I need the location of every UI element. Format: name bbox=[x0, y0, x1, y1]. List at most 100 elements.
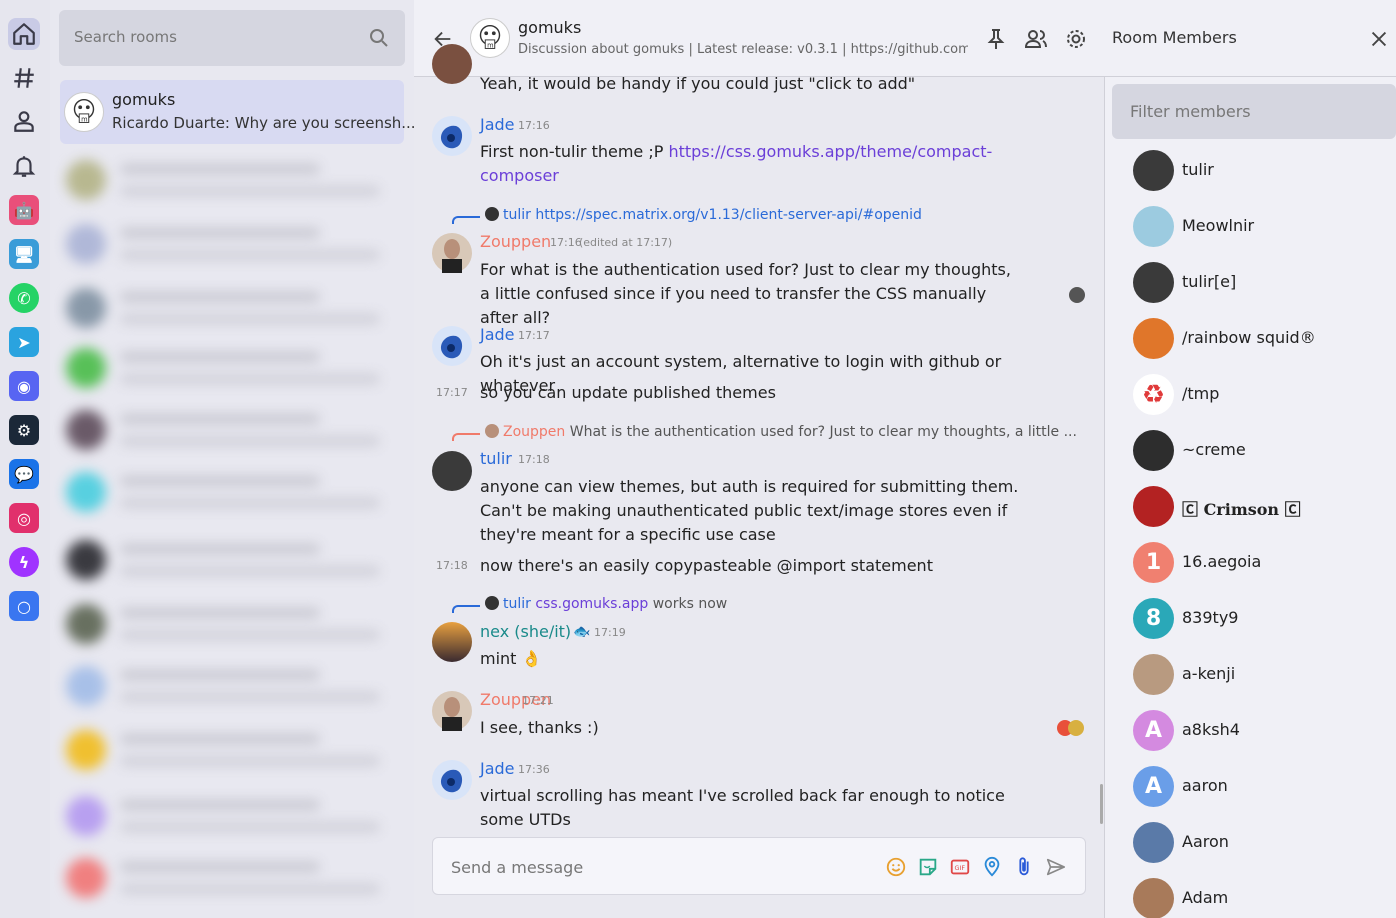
header-room-name: gomuks bbox=[518, 18, 582, 37]
member-filter-placeholder: Filter members bbox=[1130, 102, 1251, 121]
room-item-blurred[interactable] bbox=[60, 214, 404, 276]
sticker-icon[interactable] bbox=[917, 856, 939, 878]
message-sender[interactable]: Jade bbox=[480, 115, 515, 134]
instagram-space-button[interactable]: ◎ bbox=[8, 502, 40, 534]
close-icon[interactable] bbox=[1368, 28, 1390, 50]
avatar bbox=[1133, 150, 1174, 191]
member-item[interactable]: 1 16.aegoia bbox=[1133, 542, 1393, 586]
avatar[interactable] bbox=[432, 44, 472, 84]
member-item[interactable]: /rainbow squid® bbox=[1133, 318, 1393, 362]
messenger-space-button[interactable]: ϟ bbox=[8, 546, 40, 578]
reply-preview[interactable]: Zouppen What is the authentication used … bbox=[485, 424, 1077, 440]
message-timestamp: 17:36 bbox=[518, 763, 550, 776]
member-item[interactable]: ~creme bbox=[1133, 430, 1393, 474]
avatar[interactable] bbox=[432, 233, 472, 273]
avatar bbox=[1133, 262, 1174, 303]
member-item[interactable]: Aaron bbox=[1133, 822, 1393, 866]
settings-gear-icon[interactable] bbox=[1064, 27, 1088, 51]
avatar[interactable] bbox=[432, 451, 472, 491]
google-messages-space-button[interactable]: 💬 bbox=[8, 458, 40, 490]
member-item[interactable]: Meowlnir bbox=[1133, 206, 1393, 250]
message-sender[interactable]: Jade bbox=[480, 759, 515, 778]
location-pin-icon[interactable] bbox=[981, 856, 1003, 878]
gif-icon[interactable]: GIF bbox=[949, 856, 971, 878]
message-sender[interactable]: Jade bbox=[480, 325, 515, 344]
room-item-blurred[interactable] bbox=[60, 530, 404, 592]
member-name: a-kenji bbox=[1182, 664, 1236, 683]
messenger-icon: ϟ bbox=[9, 547, 39, 577]
room-item-gomuks[interactable]: m gomuks Ricardo Duarte: Why are you scr… bbox=[60, 80, 416, 144]
pin-icon[interactable] bbox=[984, 27, 1008, 51]
instagram-icon: ◎ bbox=[9, 503, 39, 533]
member-item[interactable]: A aaron bbox=[1133, 766, 1393, 810]
avatar[interactable] bbox=[432, 760, 472, 800]
message-body: now there's an easily copypasteable @imp… bbox=[480, 556, 933, 575]
member-item[interactable]: Adam bbox=[1133, 878, 1393, 918]
avatar: A bbox=[1133, 710, 1174, 751]
message-sender[interactable]: tulir bbox=[480, 449, 512, 468]
avatar bbox=[1133, 318, 1174, 359]
room-item-blurred[interactable] bbox=[60, 656, 404, 718]
whatsapp-space-button[interactable]: ✆ bbox=[8, 282, 40, 314]
member-item[interactable]: ♻ /tmp bbox=[1133, 374, 1393, 418]
room-item-blurred[interactable] bbox=[60, 150, 404, 212]
message-sender[interactable]: nex (she/it) bbox=[480, 622, 571, 641]
send-icon[interactable] bbox=[1045, 856, 1067, 878]
telegram-space-button[interactable]: ➤ bbox=[8, 326, 40, 358]
message-composer[interactable]: Send a message GIF bbox=[432, 837, 1086, 895]
sender-emoji: 🐟 bbox=[573, 624, 591, 640]
member-name: tulir bbox=[1182, 160, 1214, 179]
room-item-blurred[interactable] bbox=[60, 278, 404, 340]
avatar[interactable] bbox=[432, 326, 472, 366]
member-item[interactable]: tulir[e] bbox=[1133, 262, 1393, 306]
member-item[interactable]: 8 839ty9 bbox=[1133, 598, 1393, 642]
emoji-icon[interactable] bbox=[885, 856, 907, 878]
timeline-scrollbar[interactable] bbox=[1100, 784, 1103, 824]
room-item-blurred[interactable] bbox=[60, 594, 404, 656]
room-name: gomuks bbox=[112, 90, 176, 109]
hash-icon bbox=[14, 68, 34, 88]
discord-icon: ◉ bbox=[9, 371, 39, 401]
member-name: Adam bbox=[1182, 888, 1229, 907]
room-header bbox=[414, 0, 1396, 77]
room-item-blurred[interactable] bbox=[60, 400, 404, 462]
message-timestamp: 17:17 bbox=[518, 329, 550, 342]
home-space-button[interactable] bbox=[8, 18, 40, 50]
attachment-icon[interactable] bbox=[1013, 856, 1035, 878]
member-item[interactable]: a-kenji bbox=[1133, 654, 1393, 698]
member-name: aaron bbox=[1182, 776, 1228, 795]
monitor-space-button[interactable]: 🖥 bbox=[8, 238, 40, 270]
member-name: 🄲 Crimson 🄲 bbox=[1182, 500, 1301, 519]
notifications-space-button[interactable] bbox=[8, 150, 40, 182]
members-icon[interactable] bbox=[1024, 27, 1048, 51]
room-item-blurred[interactable] bbox=[60, 338, 404, 400]
avatar[interactable] bbox=[432, 116, 472, 156]
unread-space-button[interactable] bbox=[8, 62, 40, 94]
room-item-blurred[interactable] bbox=[60, 786, 404, 848]
member-filter-input[interactable]: Filter members bbox=[1112, 84, 1396, 139]
message-sender[interactable]: Zouppen bbox=[480, 232, 551, 251]
header-room-topic: Discussion about gomuks | Latest release… bbox=[518, 42, 968, 57]
reply-preview[interactable]: tulir css.gomuks.app works now bbox=[485, 596, 727, 612]
people-space-button[interactable] bbox=[8, 105, 40, 137]
read-receipt-avatar[interactable] bbox=[1069, 287, 1085, 303]
avatar[interactable] bbox=[432, 691, 472, 731]
room-search-input[interactable]: Search rooms bbox=[59, 10, 405, 66]
member-item[interactable]: 🄲 Crimson 🄲 bbox=[1133, 486, 1393, 530]
steam-icon: ⚙ bbox=[9, 415, 39, 445]
member-item[interactable]: A a8ksh4 bbox=[1133, 710, 1393, 754]
reply-connector bbox=[452, 605, 480, 613]
steam-space-button[interactable]: ⚙ bbox=[8, 414, 40, 446]
room-item-blurred[interactable] bbox=[60, 848, 404, 910]
room-item-blurred[interactable] bbox=[60, 720, 404, 782]
member-item[interactable]: tulir bbox=[1133, 150, 1393, 194]
monitor-app-icon: 🖥 bbox=[9, 239, 39, 269]
robot-space-button[interactable]: 🤖 bbox=[8, 194, 40, 226]
discord-space-button[interactable]: ◉ bbox=[8, 370, 40, 402]
signal-space-button[interactable]: ○ bbox=[8, 590, 40, 622]
avatar[interactable] bbox=[432, 622, 472, 662]
read-receipt-avatar[interactable] bbox=[1068, 720, 1084, 736]
room-item-blurred[interactable] bbox=[60, 462, 404, 524]
reply-preview[interactable]: tulir https://spec.matrix.org/v1.13/clie… bbox=[485, 207, 922, 223]
avatar: 1 bbox=[1133, 542, 1174, 583]
